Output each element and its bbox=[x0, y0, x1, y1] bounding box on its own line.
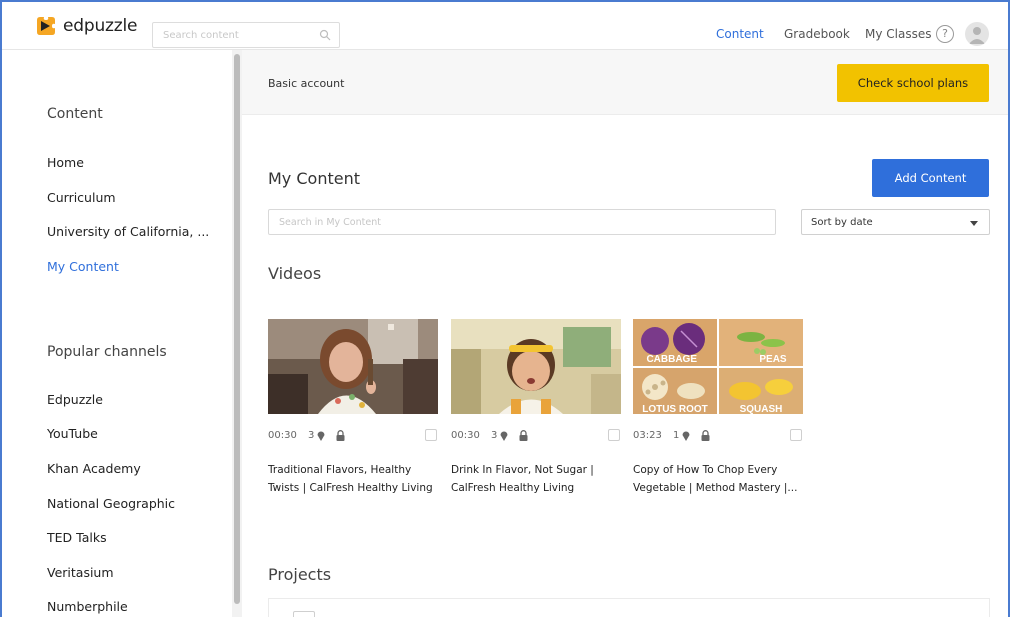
vegetables-grid-thumbnail-icon: CABBAGE PEAS LOTUS ROOT SQUASH bbox=[633, 319, 803, 414]
video-meta: 00:30 3 bbox=[268, 429, 438, 444]
video-thumbnail[interactable] bbox=[451, 319, 621, 414]
sidebar-item-curriculum[interactable]: Curriculum bbox=[47, 190, 116, 205]
video-meta: 03:23 1 bbox=[633, 429, 803, 444]
sidebar-item-my-content[interactable]: My Content bbox=[47, 259, 119, 274]
account-banner: Basic account Check school plans bbox=[242, 50, 1008, 115]
video-duration: 03:23 bbox=[633, 430, 662, 441]
videos-heading: Videos bbox=[268, 264, 322, 283]
logo-text: edpuzzle bbox=[63, 16, 138, 36]
video-thumbnail[interactable] bbox=[268, 319, 438, 414]
channel-numberphile[interactable]: Numberphile bbox=[47, 599, 128, 614]
user-avatar[interactable] bbox=[965, 22, 989, 46]
video-duration: 00:30 bbox=[451, 430, 480, 441]
sidebar: Content Home Curriculum University of Ca… bbox=[2, 50, 232, 617]
sidebar-channels-heading: Popular channels bbox=[47, 344, 167, 360]
channel-youtube[interactable]: YouTube bbox=[47, 426, 98, 441]
sidebar-item-home[interactable]: Home bbox=[47, 155, 84, 170]
sidebar-content-heading: Content bbox=[47, 106, 103, 122]
project-select-checkbox[interactable] bbox=[293, 611, 315, 617]
video-select-checkbox[interactable] bbox=[425, 429, 437, 441]
help-icon[interactable]: ? bbox=[936, 25, 954, 43]
check-school-plans-button[interactable]: Check school plans bbox=[837, 64, 989, 102]
account-type-text: Basic account bbox=[268, 77, 345, 90]
lock-icon bbox=[336, 430, 345, 441]
my-content-search-input[interactable] bbox=[268, 209, 776, 235]
page-title: My Content bbox=[268, 169, 360, 188]
nav-my-classes[interactable]: My Classes bbox=[865, 27, 931, 41]
question-count: 3 bbox=[308, 430, 315, 441]
main-panel: Basic account Check school plans My Cont… bbox=[242, 50, 1008, 617]
question-count: 3 bbox=[491, 430, 498, 441]
channel-veritasium[interactable]: Veritasium bbox=[47, 565, 114, 580]
thumb-label-squash: SQUASH bbox=[740, 404, 783, 414]
thumb-label-lotus-root: LOTUS ROOT bbox=[642, 404, 708, 414]
channel-edpuzzle[interactable]: Edpuzzle bbox=[47, 392, 103, 407]
channel-khan-academy[interactable]: Khan Academy bbox=[47, 461, 141, 476]
question-count: 1 bbox=[673, 430, 680, 441]
lock-icon bbox=[701, 430, 710, 441]
nav-content[interactable]: Content bbox=[716, 27, 764, 41]
girl-smiling-thumbnail-icon bbox=[268, 319, 438, 414]
question-pin-icon bbox=[500, 431, 508, 441]
projects-heading: Projects bbox=[268, 565, 332, 584]
video-title[interactable]: Copy of How To Chop Every Vegetable | Me… bbox=[633, 461, 805, 497]
thumb-label-peas: PEAS bbox=[759, 354, 787, 365]
video-thumbnail[interactable]: CABBAGE PEAS LOTUS ROOT SQUASH bbox=[633, 319, 803, 414]
edpuzzle-logo[interactable]: edpuzzle bbox=[34, 12, 137, 40]
sidebar-item-university[interactable]: University of California, ... bbox=[47, 224, 209, 239]
channel-national-geographic[interactable]: National Geographic bbox=[47, 496, 175, 511]
boy-headband-thumbnail-icon bbox=[451, 319, 621, 414]
channel-ted-talks[interactable]: TED Talks bbox=[47, 530, 107, 545]
puzzle-logo-icon bbox=[37, 17, 55, 35]
add-content-button[interactable]: Add Content bbox=[872, 159, 989, 197]
video-meta: 00:30 3 bbox=[451, 429, 621, 444]
sidebar-scrollbar[interactable] bbox=[232, 50, 242, 617]
top-search-input[interactable] bbox=[153, 23, 313, 47]
thumb-label-cabbage: CABBAGE bbox=[646, 354, 697, 365]
video-select-checkbox[interactable] bbox=[608, 429, 620, 441]
video-duration: 00:30 bbox=[268, 430, 297, 441]
nav-gradebook[interactable]: Gradebook bbox=[784, 27, 850, 41]
caret-down-icon bbox=[970, 221, 978, 226]
sort-dropdown[interactable]: Sort by date bbox=[801, 209, 990, 235]
sort-selected-value: Sort by date bbox=[811, 217, 873, 228]
video-select-checkbox[interactable] bbox=[790, 429, 802, 441]
question-pin-icon bbox=[682, 431, 690, 441]
top-search-box[interactable] bbox=[152, 22, 340, 48]
video-title[interactable]: Traditional Flavors, Healthy Twists | Ca… bbox=[268, 461, 440, 497]
top-bar: edpuzzle Content Gradebook My Classes ? bbox=[2, 2, 1008, 50]
video-title[interactable]: Drink In Flavor, Not Sugar | CalFresh He… bbox=[451, 461, 623, 497]
question-pin-icon bbox=[317, 431, 325, 441]
project-row[interactable] bbox=[268, 598, 990, 617]
app-window: edpuzzle Content Gradebook My Classes ? … bbox=[0, 0, 1010, 617]
search-icon[interactable] bbox=[319, 29, 331, 41]
lock-icon bbox=[519, 430, 528, 441]
user-silhouette-icon bbox=[969, 27, 985, 44]
sidebar-scroll-thumb[interactable] bbox=[234, 54, 240, 604]
